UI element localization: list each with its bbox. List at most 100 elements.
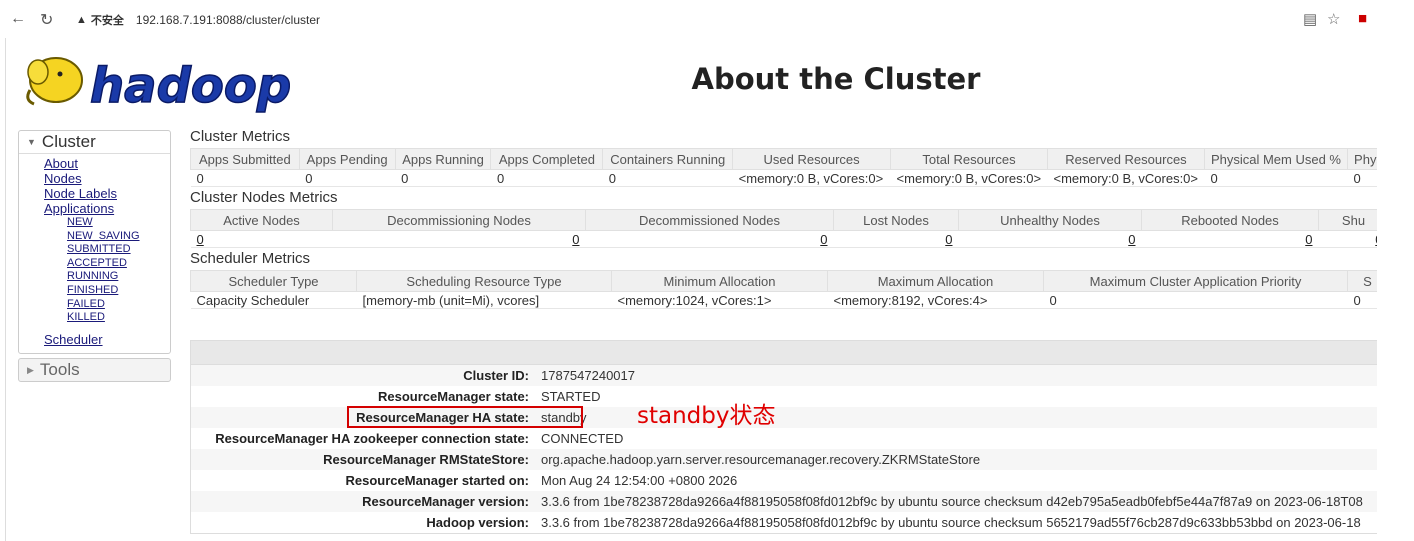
tools-menu-header[interactable]: ▶ Tools: [18, 357, 171, 382]
metrics-area: Cluster Metrics Apps Submitted Apps Pend…: [190, 126, 1377, 309]
info-value: 3.3.6 from 1be78238728da9266a4f88195058f…: [541, 515, 1361, 530]
url-text[interactable]: 192.168.7.191:8088/cluster/cluster: [136, 13, 320, 27]
back-arrow-icon[interactable]: ←: [10, 10, 26, 28]
info-row-cluster-id: Cluster ID: 1787547240017: [191, 365, 1377, 386]
info-value: 3.3.6 from 1be78238728da9266a4f88195058f…: [541, 494, 1363, 509]
app-state-submitted[interactable]: SUBMITTED: [67, 243, 170, 257]
scheduler-metrics-table: Scheduler Type Scheduling Resource Type …: [190, 270, 1377, 309]
cluster-metrics-table: Apps Submitted Apps Pending Apps Running…: [190, 148, 1377, 187]
column-header[interactable]: Phys: [1347, 148, 1377, 170]
active-nodes-link[interactable]: 0: [197, 232, 204, 247]
info-rows: Cluster ID: 1787547240017 ResourceManager…: [191, 365, 1377, 533]
cluster-menu-label: Cluster: [41, 132, 96, 151]
decommissioning-nodes-link[interactable]: 0: [572, 232, 579, 247]
shutdown-nodes-link[interactable]: 0: [1375, 232, 1377, 247]
info-header-bar: [191, 341, 1377, 365]
security-label: 不安全: [90, 15, 124, 27]
page-content: hadoop About the Cluster ▼ Cluster About …: [5, 38, 1377, 541]
column-header[interactable]: Scheduler Type: [190, 270, 357, 292]
decommissioned-nodes-link[interactable]: 0: [820, 232, 827, 247]
rebooted-nodes-link[interactable]: 0: [1305, 232, 1312, 247]
table-cell: <memory:1024, vCores:1>: [611, 291, 828, 309]
table-cell: 0: [1347, 169, 1377, 187]
table-cell: <memory:0 B, vCores:0>: [732, 169, 891, 187]
cluster-menu: ▼ Cluster About Nodes Node Labels Applica…: [18, 130, 171, 354]
table-row: 0 0 0 0 0 <memory:0 B, vCores:0> <memory…: [190, 169, 1377, 187]
table-cell: 0: [833, 230, 959, 248]
cluster-menu-header[interactable]: ▼ Cluster: [19, 131, 170, 154]
column-header[interactable]: Apps Pending: [298, 148, 396, 170]
address-bar[interactable]: ▲ 不安全 192.168.7.191:8088/cluster/cluster: [66, 7, 1351, 33]
info-row-started-on: ResourceManager started on: Mon Aug 24 12…: [191, 470, 1377, 491]
info-key: ResourceManager state:: [378, 389, 529, 404]
sidebar-link-applications[interactable]: Applications: [44, 201, 170, 216]
app-state-failed[interactable]: FAILED: [67, 298, 170, 312]
info-key: Cluster ID:: [463, 368, 529, 383]
table-cell: 0: [958, 230, 1142, 248]
column-header[interactable]: Unhealthy Nodes: [958, 209, 1142, 231]
table-cell: 0: [1204, 169, 1348, 187]
column-header[interactable]: Physical Mem Used %: [1203, 148, 1349, 170]
app-state-killed[interactable]: KILLED: [67, 311, 170, 325]
table-cell: 0: [1043, 291, 1348, 309]
sidebar-link-about[interactable]: About: [44, 156, 170, 171]
app-state-new[interactable]: NEW: [67, 216, 170, 230]
app-state-finished[interactable]: FINISHED: [67, 284, 170, 298]
info-key: ResourceManager HA zookeeper connection …: [215, 431, 529, 446]
column-header[interactable]: S: [1347, 270, 1377, 292]
table-cell: 0: [190, 169, 300, 187]
column-header[interactable]: Shu: [1318, 209, 1377, 231]
unhealthy-nodes-link[interactable]: 0: [1128, 232, 1135, 247]
info-value: 1787547240017: [541, 368, 635, 383]
info-key: ResourceManager version:: [362, 494, 529, 509]
extension-icon[interactable]: ■: [1358, 10, 1367, 27]
star-icon[interactable]: ☆: [1327, 10, 1340, 28]
column-header[interactable]: Rebooted Nodes: [1141, 209, 1319, 231]
table-row: Capacity Scheduler [memory-mb (unit=Mi),…: [190, 291, 1377, 309]
lost-nodes-link[interactable]: 0: [945, 232, 952, 247]
table-cell: <memory:8192, vCores:4>: [827, 291, 1044, 309]
column-header[interactable]: Maximum Cluster Application Priority: [1043, 270, 1348, 292]
info-row-rm-state: ResourceManager state: STARTED: [191, 386, 1377, 407]
reader-mode-icon[interactable]: ▤: [1303, 10, 1317, 28]
column-header[interactable]: Total Resources: [890, 148, 1048, 170]
column-header[interactable]: Active Nodes: [190, 209, 333, 231]
tools-menu-label: Tools: [39, 359, 80, 379]
table-cell: 0: [585, 230, 834, 248]
sidebar-link-scheduler[interactable]: Scheduler: [44, 332, 170, 347]
column-header[interactable]: Apps Completed: [490, 148, 604, 170]
info-row-hadoop-version: Hadoop version: 3.3.6 from 1be78238728da9…: [191, 512, 1377, 533]
app-state-new-saving[interactable]: NEW_SAVING: [67, 230, 170, 244]
column-header[interactable]: Scheduling Resource Type: [356, 270, 612, 292]
column-header[interactable]: Maximum Allocation: [827, 270, 1044, 292]
column-header[interactable]: Lost Nodes: [833, 209, 959, 231]
table-cell: 0: [395, 169, 491, 187]
app-state-list: NEW NEW_SAVING SUBMITTED ACCEPTED RUNNIN…: [44, 216, 170, 325]
column-header[interactable]: Apps Running: [394, 148, 492, 170]
info-row-rm-version: ResourceManager version: 3.3.6 from 1be78…: [191, 491, 1377, 512]
cluster-metrics-title: Cluster Metrics: [190, 128, 291, 145]
info-key: ResourceManager RMStateStore:: [323, 452, 529, 467]
column-header[interactable]: Decommissioned Nodes: [585, 209, 834, 231]
info-value: Mon Aug 24 12:54:00 +0800 2026: [541, 473, 738, 488]
column-header[interactable]: Minimum Allocation: [611, 270, 828, 292]
info-row-state-store: ResourceManager RMStateStore: org.apache.…: [191, 449, 1377, 470]
sidebar-link-nodes[interactable]: Nodes: [44, 171, 170, 186]
reload-icon[interactable]: ↻: [40, 10, 53, 30]
browser-toolbar: ← ↻ ▲ 不安全 192.168.7.191:8088/cluster/clu…: [0, 0, 1414, 38]
page-title: About the Cluster: [691, 62, 981, 96]
annotation-label: standby状态: [637, 403, 776, 429]
app-state-accepted[interactable]: ACCEPTED: [67, 257, 170, 271]
column-header[interactable]: Apps Submitted: [190, 148, 300, 170]
column-header[interactable]: Decommissioning Nodes: [332, 209, 586, 231]
column-header[interactable]: Used Resources: [732, 148, 892, 170]
app-state-running[interactable]: RUNNING: [67, 270, 170, 284]
table-cell: 0: [602, 169, 733, 187]
column-header[interactable]: Reserved Resources: [1047, 148, 1205, 170]
nodes-metrics-table: Active Nodes Decommissioning Nodes Decom…: [190, 209, 1377, 248]
chevron-right-icon: ▶: [27, 364, 34, 375]
table-cell: 0: [332, 230, 586, 248]
sidebar-link-node-labels[interactable]: Node Labels: [44, 186, 170, 201]
table-cell: 0: [1141, 230, 1319, 248]
column-header[interactable]: Containers Running: [602, 148, 734, 170]
